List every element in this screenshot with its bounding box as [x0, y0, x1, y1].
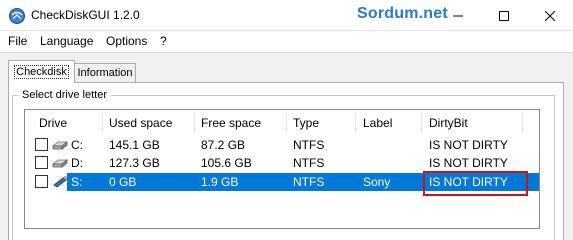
column-type[interactable]: Type	[288, 110, 319, 135]
cell-used-space: 127.3 GB	[109, 156, 160, 170]
menu-bar: File Language Options ?	[0, 31, 573, 52]
table-row[interactable]: D: 127.3 GB 105.6 GB NTFS IS NOT DIRTY	[25, 154, 539, 172]
list-header: Drive Used space Free space Type Label D…	[25, 110, 539, 135]
groupbox-label: Select drive letter	[18, 89, 111, 101]
window-title: CheckDiskGUI 1.2.0	[31, 8, 140, 22]
maximize-button[interactable]	[481, 0, 527, 31]
cell-drive: D:	[71, 156, 83, 170]
column-separator[interactable]	[194, 113, 195, 133]
column-drive[interactable]: Drive	[34, 110, 67, 135]
cell-free-space: 87.2 GB	[201, 138, 246, 152]
column-separator[interactable]	[286, 113, 287, 133]
usb-drive-icon	[53, 176, 68, 188]
tab-information[interactable]: Information	[74, 63, 136, 82]
close-icon	[545, 10, 555, 21]
tab-checkdisk-label: Checkdisk	[14, 65, 69, 79]
title-bar: CheckDiskGUI 1.2.0 Sordum.net	[0, 0, 573, 31]
cell-free-space: 105.6 GB	[201, 156, 252, 170]
column-free-space[interactable]: Free space	[196, 110, 261, 135]
menu-language[interactable]: Language	[40, 34, 93, 48]
hard-drive-icon	[52, 159, 68, 168]
cell-type: NTFS	[293, 156, 325, 170]
close-button[interactable]	[527, 0, 573, 31]
tab-checkdisk[interactable]: Checkdisk	[8, 60, 75, 83]
minimize-button[interactable]	[435, 0, 481, 31]
tab-information-label: Information	[77, 67, 133, 79]
menu-divider	[0, 52, 573, 53]
drive-checkbox[interactable]	[35, 175, 48, 188]
drive-checkbox[interactable]	[35, 156, 48, 169]
hard-drive-icon	[52, 141, 68, 150]
cell-dirtybit: IS NOT DIRTY	[429, 138, 508, 152]
cell-drive: S:	[71, 175, 83, 189]
cell-free-space: 1.9 GB	[201, 175, 239, 189]
app-icon	[9, 8, 25, 24]
cell-type: NTFS	[293, 138, 325, 152]
column-separator[interactable]	[522, 113, 523, 133]
cell-label: Sony	[363, 175, 391, 189]
menu-options[interactable]: Options	[106, 34, 147, 48]
minimize-icon	[453, 15, 463, 16]
cell-type: NTFS	[293, 175, 325, 189]
menu-help[interactable]: ?	[160, 34, 167, 48]
cell-dirtybit: IS NOT DIRTY	[429, 156, 508, 170]
table-row[interactable]: C: 145.1 GB 87.2 GB NTFS IS NOT DIRTY	[25, 136, 539, 154]
column-separator[interactable]	[421, 113, 422, 133]
column-label[interactable]: Label	[358, 110, 392, 135]
cell-drive: C:	[71, 138, 83, 152]
menu-file[interactable]: File	[8, 34, 27, 48]
column-dirtybit[interactable]: DirtyBit	[424, 110, 468, 135]
column-separator[interactable]	[355, 113, 356, 133]
cell-used-space: 0 GB	[109, 175, 137, 189]
annotation-highlight-box	[423, 171, 528, 196]
cell-used-space: 145.1 GB	[109, 138, 160, 152]
drive-list[interactable]: Drive Used space Free space Type Label D…	[24, 109, 540, 229]
column-separator[interactable]	[102, 113, 103, 133]
maximize-icon	[499, 10, 509, 21]
column-used-space[interactable]: Used space	[104, 110, 172, 135]
drive-checkbox[interactable]	[35, 138, 48, 151]
